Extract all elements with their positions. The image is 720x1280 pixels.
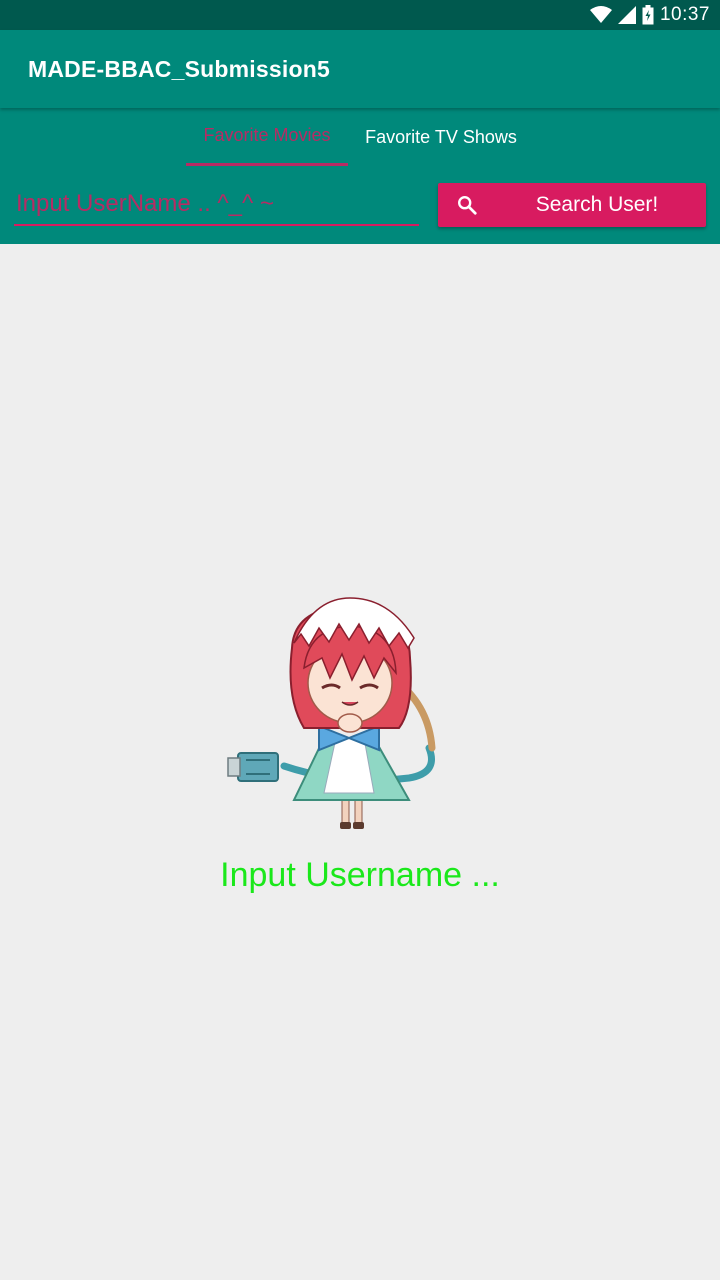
battery-icon (642, 5, 654, 25)
username-search-input[interactable] (14, 184, 419, 226)
search-user-button-label: Search User! (535, 193, 659, 216)
app-bar: MADE-BBAC_Submission5 (0, 30, 720, 108)
status-bar: 10:37 (0, 0, 720, 30)
tab-area: Favorite Movies Favorite TV Shows Search… (0, 108, 720, 244)
app-title: MADE-BBAC_Submission5 (28, 56, 330, 82)
search-icon (458, 196, 477, 215)
tab-label: Favorite Movies (203, 125, 331, 145)
search-user-button[interactable]: Search User! (438, 183, 706, 227)
tab-favorite-movies[interactable]: Favorite Movies (186, 108, 348, 166)
maid-character-illustration (227, 597, 436, 829)
tab-label: Favorite TV Shows (365, 126, 517, 147)
signal-icon (617, 6, 636, 24)
status-time: 10:37 (659, 4, 710, 25)
wifi-icon (589, 6, 612, 23)
tab-favorite-tv-shows[interactable]: Favorite TV Shows (352, 108, 530, 166)
content-area: Input Username ... (0, 244, 720, 1280)
empty-state-message: Input Username ... (220, 856, 500, 894)
status-icons: 10:37 (589, 4, 710, 26)
